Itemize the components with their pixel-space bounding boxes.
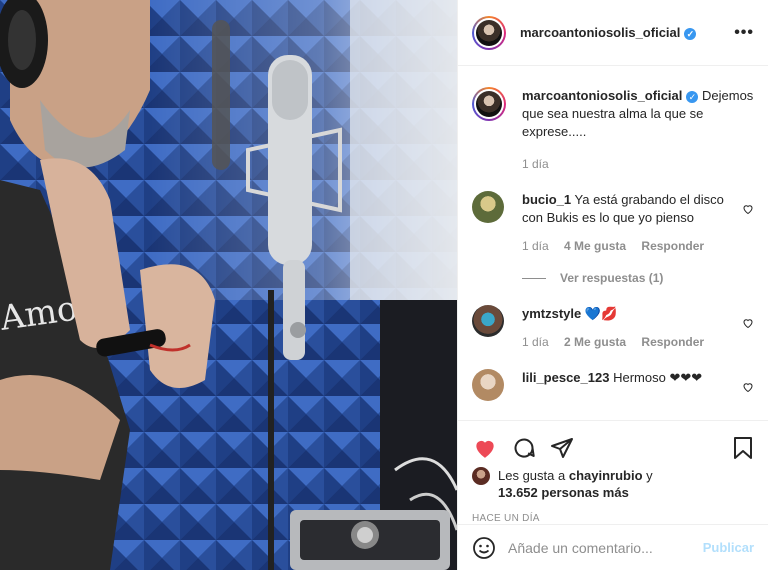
liker-avatar[interactable] [472,467,490,485]
emoji-icon[interactable] [472,536,496,560]
replies-line [522,278,546,280]
singer-recording-image: Amo [0,0,457,570]
author-avatar[interactable] [472,15,506,50]
reply-button[interactable]: Responder [641,239,704,253]
comment-text: 💙💋 [584,306,618,321]
add-comment-bar: Añade un comentario... Publicar [458,524,768,570]
comment-username[interactable]: lili_pesce_123 [522,370,609,385]
commenter-avatar[interactable] [472,305,504,337]
caption-time[interactable]: 1 día [522,157,549,171]
comment-username[interactable]: bucio_1 [522,192,571,207]
comment-likes[interactable]: 2 Me gusta [564,335,626,349]
comment-item: ymtzstyle 💙💋 1 día 2 Me gusta Responder [472,305,754,351]
verified-icon: ✓ [684,27,697,40]
share-icon[interactable] [550,436,574,460]
likes-prefix: Les gusta a [498,468,566,483]
commenter-avatar[interactable] [472,369,504,401]
view-replies-button[interactable]: Ver respuestas (1) [522,269,734,287]
comment-item: bucio_1 Ya está grabando el disco con Bu… [472,191,754,287]
comments-list[interactable]: marcoantoniosolis_oficial ✓ Dejemos que s… [458,67,768,417]
post-header: marcoantoniosolis_oficial ✓ ••• [458,0,768,66]
post-actions: Les gusta a chayinrubio y 13.652 persona… [458,420,768,524]
author-username[interactable]: marcoantoniosolis_oficial ✓ [520,25,697,40]
comment-input[interactable]: Añade un comentario... [508,540,703,556]
comment-like-heart-icon[interactable] [742,203,754,215]
post-photo[interactable]: Amo [0,0,457,570]
post-side-panel: marcoantoniosolis_oficial ✓ ••• marcoanto… [457,0,768,570]
caption-username[interactable]: marcoantoniosolis_oficial [522,88,682,103]
author-username-text[interactable]: marcoantoniosolis_oficial [520,25,680,40]
comment-text: Hermoso ❤❤❤ [613,370,703,385]
comment-like-heart-icon[interactable] [742,317,754,329]
reply-button[interactable]: Responder [641,335,704,349]
post-time[interactable]: HACE UN DÍA [472,513,754,524]
caption: marcoantoniosolis_oficial ✓ Dejemos que s… [472,87,754,173]
likes-count[interactable]: 13.652 personas más [498,485,629,500]
heart-icon[interactable] [472,435,498,461]
comment-like-heart-icon[interactable] [742,381,754,393]
comment-time[interactable]: 1 día [522,335,549,349]
verified-icon: ✓ [686,90,699,103]
comment-time[interactable]: 1 día [522,239,549,253]
likes-summary: Les gusta a chayinrubio y 13.652 persona… [472,467,754,501]
more-options-icon[interactable]: ••• [734,24,754,42]
caption-avatar[interactable] [472,87,506,121]
publish-button[interactable]: Publicar [703,540,754,555]
comment-likes[interactable]: 4 Me gusta [564,239,626,253]
likes-suffix: y [646,468,653,483]
comment-item: lili_pesce_123 Hermoso ❤❤❤ [472,369,754,401]
action-icons [472,429,754,467]
commenter-avatar[interactable] [472,191,504,223]
liker-username[interactable]: chayinrubio [569,468,643,483]
comment-icon[interactable] [512,436,536,460]
view-replies-label[interactable]: Ver respuestas (1) [560,271,663,285]
comment-username[interactable]: ymtzstyle [522,306,581,321]
bookmark-icon[interactable] [732,436,754,460]
